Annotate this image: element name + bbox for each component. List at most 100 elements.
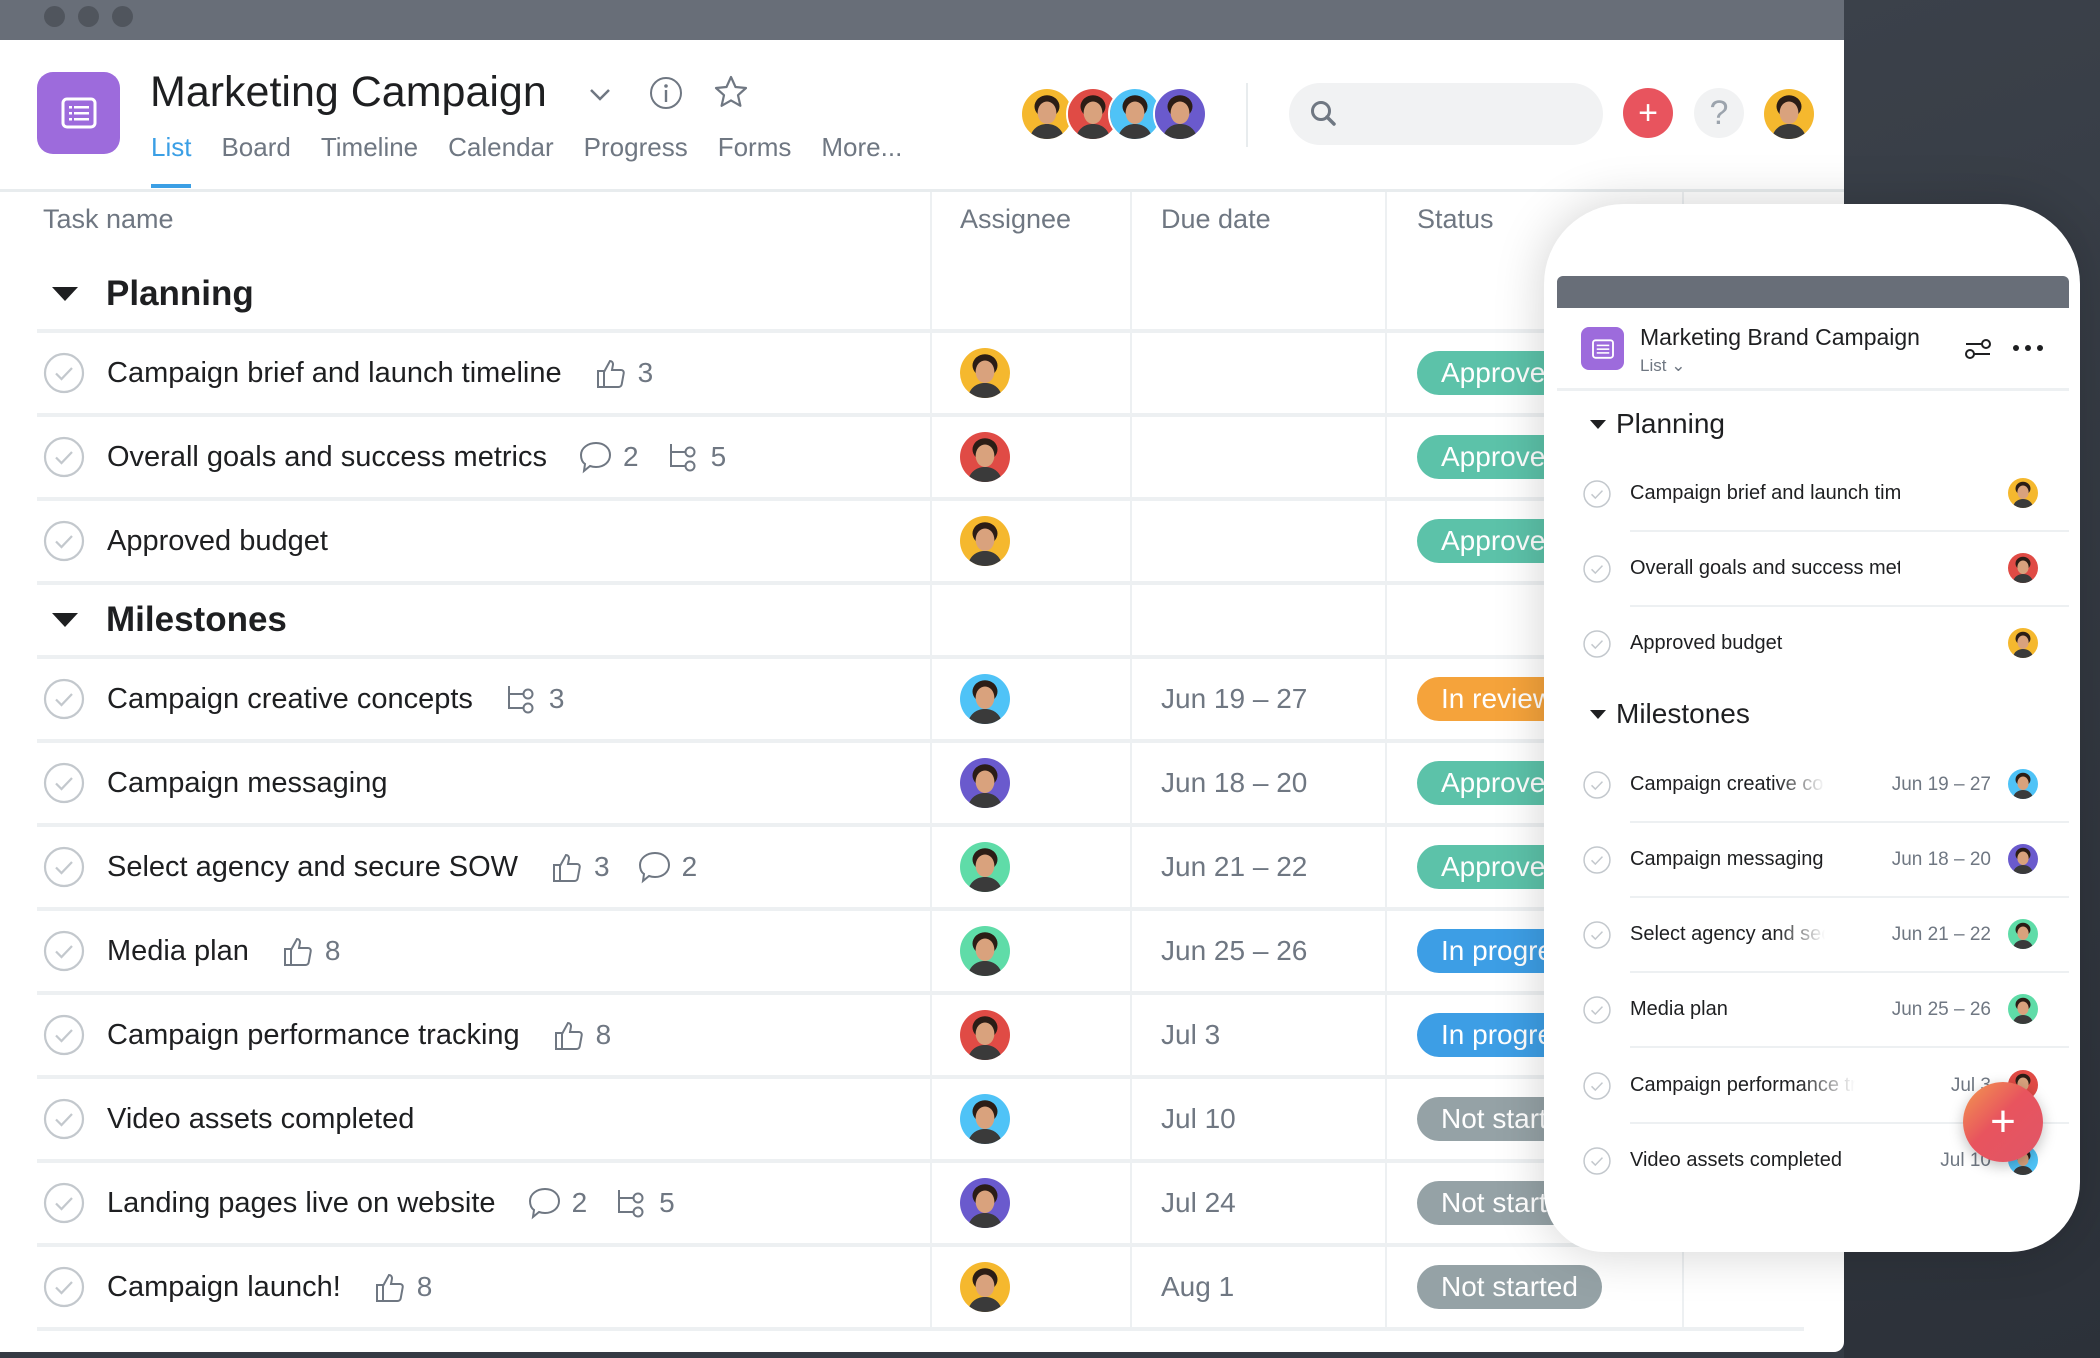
collapse-triangle-icon[interactable] <box>52 287 78 301</box>
mobile-assignee-avatar[interactable] <box>2006 842 2040 876</box>
column-header-status[interactable]: Status <box>1417 204 1494 235</box>
column-header-task-name[interactable]: Task name <box>43 204 174 235</box>
mobile-task-row[interactable]: Campaign messaging Jun 18 – 20 <box>1544 822 2080 898</box>
tab-progress[interactable]: Progress <box>584 132 688 163</box>
tab-forms[interactable]: Forms <box>718 132 792 163</box>
assignee-avatar[interactable] <box>958 1176 1012 1230</box>
mobile-task-row[interactable]: Overall goals and success metrics <box>1544 531 2080 607</box>
complete-checkbox-icon[interactable] <box>42 677 86 721</box>
like-icon[interactable] <box>550 1016 588 1054</box>
complete-checkbox-icon[interactable] <box>42 929 86 973</box>
mobile-task-name[interactable]: Campaign brief and launch timeline <box>1630 456 1900 531</box>
complete-checkbox-icon[interactable] <box>42 761 86 805</box>
complete-checkbox-icon[interactable] <box>42 435 86 479</box>
mobile-assignee-avatar[interactable] <box>2006 767 2040 801</box>
task-name[interactable]: Campaign performance tracking <box>107 1019 520 1052</box>
complete-checkbox-icon[interactable] <box>42 351 86 395</box>
table-row[interactable]: Campaign launch! 8 Aug 1 Not started <box>0 1245 1844 1329</box>
due-date[interactable]: Jun 21 – 22 <box>1161 825 1307 909</box>
complete-checkbox-icon[interactable] <box>1582 479 1612 509</box>
task-name[interactable]: Video assets completed <box>107 1103 414 1136</box>
collapse-triangle-icon[interactable] <box>1590 709 1606 719</box>
assignee-avatar[interactable] <box>958 1008 1012 1062</box>
due-date[interactable]: Jun 25 – 26 <box>1161 909 1307 993</box>
mobile-task-row[interactable]: Campaign brief and launch timeline <box>1544 456 2080 532</box>
task-name[interactable]: Campaign brief and launch timeline <box>107 357 562 390</box>
complete-checkbox-icon[interactable] <box>42 1181 86 1225</box>
mobile-assignee-avatar[interactable] <box>2006 476 2040 510</box>
task-name[interactable]: Campaign creative concepts <box>107 683 473 716</box>
task-name[interactable]: Campaign launch! <box>107 1271 341 1304</box>
column-header-due-date[interactable]: Due date <box>1161 204 1271 235</box>
complete-checkbox-icon[interactable] <box>1582 554 1612 584</box>
subtask-icon[interactable] <box>613 1184 651 1222</box>
comment-icon[interactable] <box>526 1184 564 1222</box>
due-date[interactable]: Jul 10 <box>1161 1077 1236 1161</box>
task-name[interactable]: Approved budget <box>107 525 328 558</box>
tab-calendar[interactable]: Calendar <box>448 132 554 163</box>
complete-checkbox-icon[interactable] <box>42 845 86 889</box>
task-name[interactable]: Landing pages live on website <box>107 1187 496 1220</box>
complete-checkbox-icon[interactable] <box>1582 845 1612 875</box>
mobile-task-name[interactable]: Campaign performance tracking <box>1630 1048 1855 1123</box>
star-icon[interactable] <box>713 74 749 110</box>
complete-checkbox-icon[interactable] <box>42 519 86 563</box>
complete-checkbox-icon[interactable] <box>1582 629 1612 659</box>
complete-checkbox-icon[interactable] <box>1582 1146 1612 1176</box>
mobile-view-selector[interactable]: List ⌄ <box>1640 356 1685 376</box>
info-icon[interactable] <box>648 75 684 111</box>
mobile-task-name[interactable]: Media plan <box>1630 972 1930 1047</box>
due-date[interactable]: Aug 1 <box>1161 1245 1234 1329</box>
task-name[interactable]: Select agency and secure SOW <box>107 851 518 884</box>
mobile-assignee-avatar[interactable] <box>2006 992 2040 1026</box>
like-icon[interactable] <box>279 932 317 970</box>
assignee-avatar[interactable] <box>958 840 1012 894</box>
mobile-task-name[interactable]: Approved budget <box>1630 606 1900 681</box>
due-date[interactable]: Jun 19 – 27 <box>1161 657 1307 741</box>
chevron-down-icon[interactable] <box>584 78 616 110</box>
mobile-add-task-button[interactable]: + <box>1963 1082 2043 1162</box>
due-date[interactable]: Jul 24 <box>1161 1161 1236 1245</box>
assignee-avatar[interactable] <box>958 924 1012 978</box>
complete-checkbox-icon[interactable] <box>1582 1071 1612 1101</box>
assignee-avatar[interactable] <box>958 514 1012 568</box>
tab-board[interactable]: Board <box>221 132 290 163</box>
subtask-icon[interactable] <box>665 438 703 476</box>
like-icon[interactable] <box>371 1268 409 1306</box>
like-icon[interactable] <box>592 354 630 392</box>
window-maximize-button[interactable] <box>112 6 133 27</box>
mobile-task-name[interactable]: Overall goals and success metrics <box>1630 531 1900 606</box>
mobile-task-row[interactable]: Approved budget <box>1544 606 2080 681</box>
complete-checkbox-icon[interactable] <box>1582 770 1612 800</box>
mobile-task-row[interactable]: Select agency and secure SOW Jun 21 – 22 <box>1544 897 2080 973</box>
task-name[interactable]: Overall goals and success metrics <box>107 441 547 474</box>
comment-icon[interactable] <box>636 848 674 886</box>
tab-timeline[interactable]: Timeline <box>321 132 418 163</box>
more-options-icon[interactable] <box>2012 342 2044 354</box>
collapse-triangle-icon[interactable] <box>52 613 78 627</box>
mobile-task-name[interactable]: Campaign creative concepts <box>1630 747 1825 822</box>
comment-icon[interactable] <box>577 438 615 476</box>
complete-checkbox-icon[interactable] <box>42 1265 86 1309</box>
help-button[interactable]: ? <box>1694 88 1744 138</box>
search-input[interactable] <box>1289 83 1603 145</box>
complete-checkbox-icon[interactable] <box>42 1097 86 1141</box>
assignee-avatar[interactable] <box>958 756 1012 810</box>
filter-icon[interactable] <box>1964 336 1992 362</box>
mobile-task-name[interactable]: Select agency and secure SOW <box>1630 897 1825 972</box>
due-date[interactable]: Jul 3 <box>1161 993 1220 1077</box>
status-badge[interactable]: Not started <box>1417 1265 1602 1309</box>
mobile-task-name[interactable]: Campaign messaging <box>1630 822 1930 897</box>
assignee-avatar[interactable] <box>958 346 1012 400</box>
assignee-avatar[interactable] <box>958 1260 1012 1314</box>
like-icon[interactable] <box>548 848 586 886</box>
subtask-icon[interactable] <box>503 680 541 718</box>
member-avatar[interactable] <box>1153 87 1207 141</box>
window-close-button[interactable] <box>44 6 65 27</box>
assignee-avatar[interactable] <box>958 430 1012 484</box>
section-header[interactable]: Milestones <box>52 583 287 657</box>
mobile-assignee-avatar[interactable] <box>2006 551 2040 585</box>
section-header[interactable]: Planning <box>52 257 254 331</box>
mobile-section-header[interactable]: Planning <box>1590 408 1725 440</box>
mobile-task-row[interactable]: Media plan Jun 25 – 26 <box>1544 972 2080 1048</box>
